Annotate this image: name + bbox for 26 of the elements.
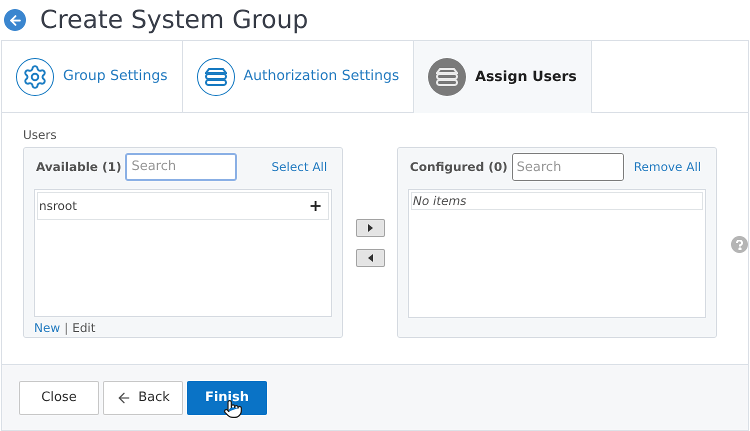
- add-button[interactable]: +: [308, 198, 322, 214]
- tab[interactable]: Authorization Settings: [182, 41, 414, 112]
- search-field[interactable]: Search: [512, 153, 624, 181]
- back-icon[interactable]: [4, 9, 26, 31]
- section-label: Users: [23, 129, 58, 141]
- empty-text: No items: [412, 193, 466, 210]
- page-title: Create System Group: [40, 4, 308, 36]
- server-icon: [196, 58, 234, 96]
- search-field[interactable]: Search: [125, 152, 238, 181]
- edit-link[interactable]: Edit: [72, 319, 96, 337]
- separator: |: [64, 320, 68, 337]
- close-button[interactable]: Close: [19, 380, 99, 414]
- select-all-link[interactable]: Select All: [272, 158, 332, 176]
- gear-icon: [16, 58, 54, 96]
- back-button[interactable]: Back: [103, 380, 183, 414]
- remove-all-link[interactable]: Remove All: [634, 158, 706, 176]
- right-triangle-icon: [368, 224, 373, 232]
- move-right-button[interactable]: [356, 219, 385, 237]
- server-icon: [428, 58, 466, 96]
- tab[interactable]: Assign Users: [414, 41, 592, 113]
- list-item[interactable]: nsroot +: [37, 192, 330, 220]
- panel-heading: Configured (0): [410, 159, 508, 176]
- left-triangle-icon: [368, 254, 373, 262]
- panel-heading: Available (1): [36, 158, 122, 176]
- move-left-button[interactable]: [356, 249, 385, 267]
- new-link[interactable]: New: [34, 319, 60, 337]
